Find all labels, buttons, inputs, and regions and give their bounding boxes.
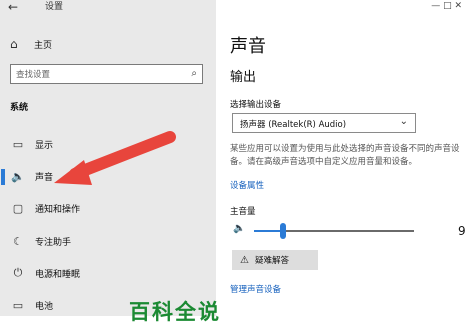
battery-icon: ▭ [12, 298, 24, 312]
sidebar-item-label: 声音 [35, 172, 54, 183]
chevron-down-icon: ⌄ [399, 116, 408, 127]
notification-icon: ▢ [12, 201, 24, 215]
volume-track-filled[interactable] [254, 230, 283, 232]
troubleshoot-label: 疑难解答 [254, 256, 289, 266]
selection-indicator [1, 169, 5, 185]
manage-sound-devices-link[interactable]: 管理声音设备 [230, 283, 281, 295]
warning-icon: ⚠ [240, 254, 249, 266]
main-panel: — □ ✕ 声音 输出 选择输出设备 扬声器 (Realtek(R) Audio… [216, 0, 474, 316]
home-nav-item[interactable]: ⌂ 主页 [10, 36, 52, 52]
output-device-select[interactable]: 扬声器 (Realtek(R) Audio) ⌄ [232, 113, 416, 133]
monitor-icon: ▭ [12, 137, 24, 151]
sidebar-item-sound[interactable]: 🔈 声音 [0, 165, 216, 187]
sidebar-item-focus-assist[interactable]: ☾ 专注助手 [0, 230, 216, 252]
search-placeholder: 查找设置 [16, 70, 51, 80]
sidebar-item-label: 显示 [35, 140, 54, 151]
speaker-icon: 🔈 [11, 169, 25, 183]
speaker-icon[interactable]: 🔈 [233, 223, 245, 234]
watermark-text: 百科全说 [129, 300, 221, 324]
window-title: 设置 [45, 2, 64, 12]
back-arrow-icon[interactable]: ← [8, 0, 24, 14]
search-input[interactable]: 查找设置 ⌕ [10, 64, 203, 84]
home-label: 主页 [34, 40, 53, 51]
sidebar-item-notifications[interactable]: ▢ 通知和操作 [0, 197, 216, 219]
sidebar-item-label: 电池 [35, 301, 54, 312]
device-properties-link[interactable]: 设备属性 [230, 179, 264, 191]
choose-output-label: 选择输出设备 [230, 100, 282, 110]
sidebar-item-label: 专注助手 [35, 237, 72, 248]
volume-track[interactable] [283, 230, 414, 232]
output-device-value: 扬声器 (Realtek(R) Audio) [240, 120, 347, 130]
sidebar-item-display[interactable]: ▭ 显示 [0, 133, 216, 155]
volume-slider-thumb[interactable] [280, 223, 286, 239]
window-controls[interactable]: — □ ✕ [431, 1, 462, 11]
sidebar-item-label: 电源和睡眠 [35, 269, 81, 280]
sidebar: ← 设置 ⌂ 主页 查找设置 ⌕ 系统 ▭ 显示 🔈 声音 ▢ 通知和操作 ☾ … [0, 0, 216, 316]
master-volume-label: 主音量 [230, 207, 256, 217]
moon-icon: ☾ [13, 234, 23, 248]
page-title: 声音 [230, 36, 266, 57]
output-heading: 输出 [230, 70, 257, 85]
power-icon: ⏻ [13, 266, 23, 279]
output-description: 某些应用可以设置为使用与此处选择的声音设备不同的声音设备。请在高级声音选项中自定… [230, 144, 460, 167]
sidebar-item-label: 通知和操作 [35, 204, 81, 215]
settings-window: ← 设置 ⌂ 主页 查找设置 ⌕ 系统 ▭ 显示 🔈 声音 ▢ 通知和操作 ☾ … [0, 0, 474, 324]
sidebar-item-power-sleep[interactable]: ⏻ 电源和睡眠 [0, 262, 216, 284]
volume-value: 9 [458, 224, 466, 238]
troubleshoot-button[interactable]: ⚠ 疑难解答 [232, 250, 318, 270]
search-icon[interactable]: ⌕ [191, 68, 197, 79]
home-icon: ⌂ [10, 37, 18, 51]
volume-slider-row: 🔈 9 [230, 222, 470, 240]
section-heading-system: 系统 [10, 103, 29, 113]
